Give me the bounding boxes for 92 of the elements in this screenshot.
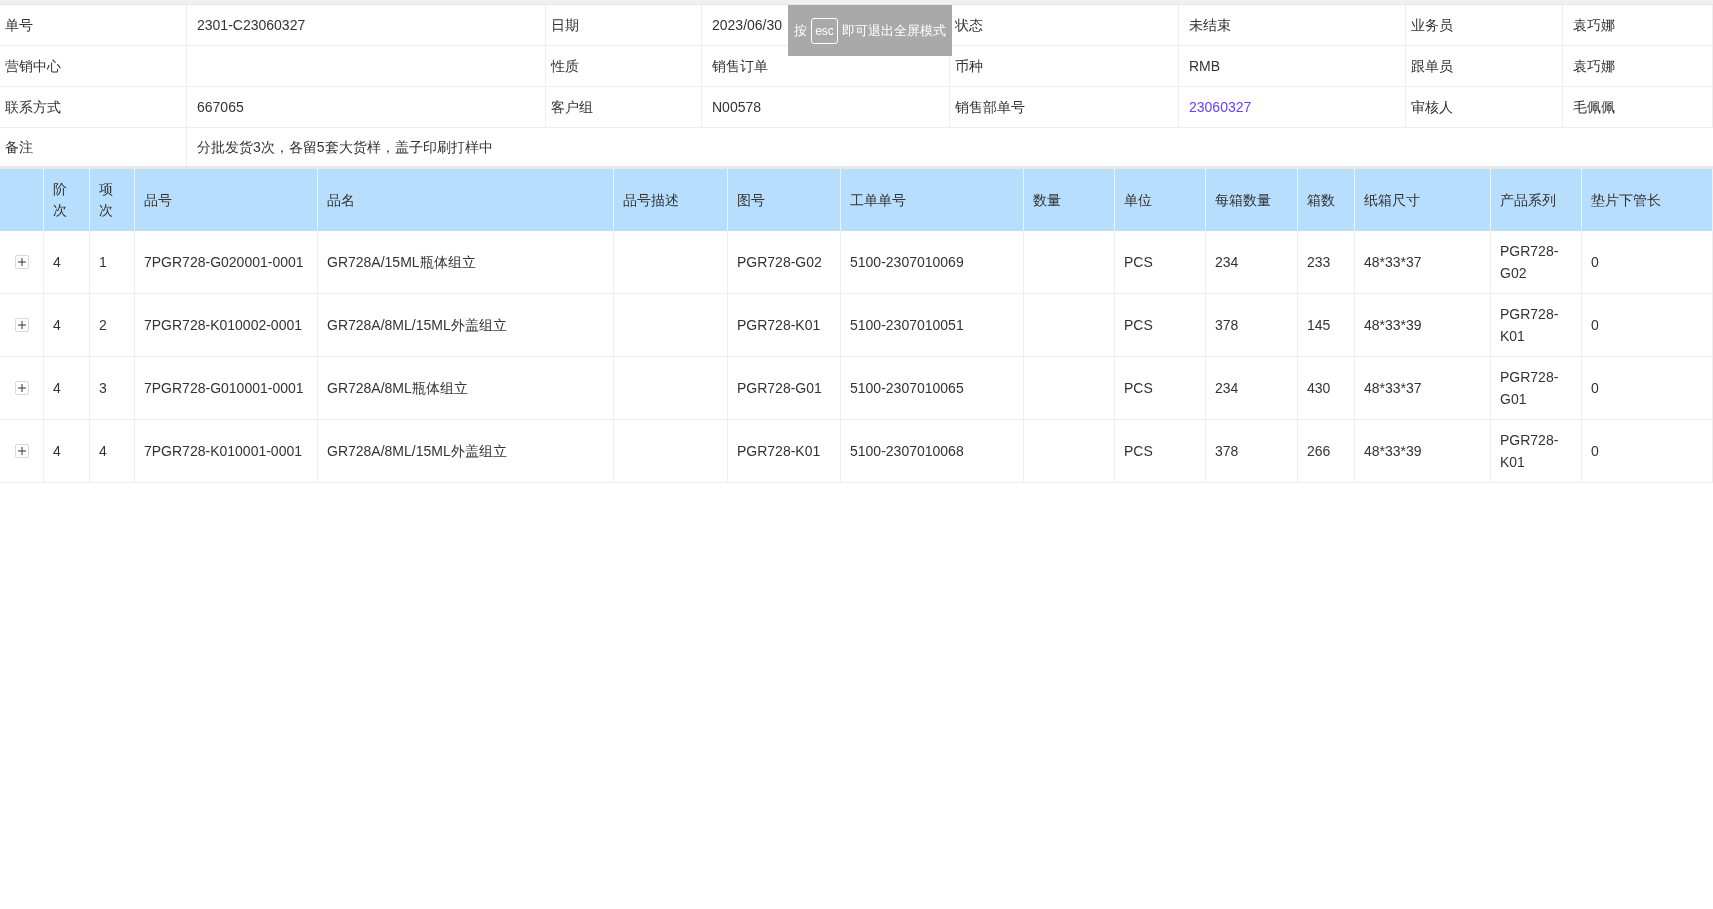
table-cell-text: PCS — [1124, 253, 1153, 272]
column-header: 项次 — [99, 180, 113, 220]
table-cell-text: PGR728-G01 — [1500, 368, 1560, 409]
table-cell-text: 48*33*39 — [1364, 316, 1422, 335]
table-cell-text: 7PGR728-K010001-0001 — [144, 442, 302, 461]
table-cell-text: 378 — [1215, 442, 1239, 461]
table-cell-text: 0 — [1591, 442, 1599, 461]
column-header: 品号描述 — [623, 190, 679, 210]
table-cell-text: PGR728-K01 — [737, 442, 821, 461]
order-link[interactable]: 23060327 — [1189, 96, 1252, 118]
column-header: 品名 — [327, 190, 355, 210]
column-header: 产品系列 — [1500, 190, 1556, 210]
expand-button[interactable] — [14, 255, 29, 269]
table-cell-text: 430 — [1307, 379, 1331, 398]
field-value: 毛佩佩 — [1573, 97, 1615, 117]
column-header: 数量 — [1033, 190, 1061, 210]
column-header: 品号 — [144, 190, 172, 210]
column-header: 箱数 — [1307, 190, 1335, 210]
field-label: 跟单员 — [1406, 46, 1563, 86]
field-value: RMB — [1189, 56, 1221, 76]
table-cell-text: PCS — [1124, 316, 1153, 335]
table-cell-text: PGR728-K01 — [737, 316, 821, 335]
expand-button[interactable] — [14, 444, 29, 458]
table-cell-text: 1 — [99, 253, 107, 272]
field-value: 667065 — [197, 97, 244, 117]
field-label: 审核人 — [1406, 87, 1563, 127]
table-cell-text: 48*33*37 — [1364, 379, 1422, 398]
table-cell-text: 0 — [1591, 379, 1599, 398]
column-header: 垫片下管长 — [1591, 190, 1661, 210]
table-cell-text: GR728A/8ML/15ML外盖组立 — [327, 442, 507, 461]
table-cell-text: 4 — [53, 379, 61, 398]
table-cell-text: 0 — [1591, 253, 1599, 272]
expand-button[interactable] — [14, 381, 29, 395]
column-header: 工单单号 — [850, 190, 906, 210]
table-cell-text: 48*33*39 — [1364, 442, 1422, 461]
esc-key: esc — [811, 17, 838, 44]
field-label: 性质 — [546, 46, 702, 86]
table-cell-text: 0 — [1591, 316, 1599, 335]
table-cell-text: PCS — [1124, 442, 1153, 461]
table-cell-text: 378 — [1215, 316, 1239, 335]
table-cell-text: 5100-2307010069 — [850, 253, 964, 272]
field-label: 备注 — [0, 128, 187, 166]
table-cell-text: 4 — [99, 442, 107, 461]
column-header: 单位 — [1124, 190, 1152, 210]
table-cell-text: 5100-2307010051 — [850, 316, 964, 335]
table-cell-text: 4 — [53, 316, 61, 335]
column-header: 每箱数量 — [1215, 190, 1271, 210]
column-header: 阶次 — [53, 180, 67, 220]
column-header: 纸箱尺寸 — [1364, 190, 1420, 210]
table-cell-text: 5100-2307010065 — [850, 379, 964, 398]
field-label: 单号 — [0, 5, 187, 45]
table-cell-text: 234 — [1215, 253, 1239, 272]
table-cell-text: PGR728-G02 — [1500, 242, 1560, 283]
table-cell-text: 4 — [53, 442, 61, 461]
field-label: 联系方式 — [0, 87, 187, 127]
field-label: 营销中心 — [0, 46, 187, 86]
field-value: 销售订单 — [712, 56, 768, 76]
field-label: 业务员 — [1406, 5, 1563, 45]
table-cell-text: 266 — [1307, 442, 1331, 461]
table-cell-text: 4 — [53, 253, 61, 272]
table-cell-text: PCS — [1124, 379, 1153, 398]
toast-text: 按 — [794, 21, 808, 40]
table-cell-text: 7PGR728-K010002-0001 — [144, 316, 302, 335]
table-cell-text: PGR728-G02 — [737, 253, 822, 272]
field-value: 未结束 — [1189, 15, 1231, 35]
field-value: 2301-C23060327 — [197, 15, 306, 35]
expand-button[interactable] — [14, 318, 29, 332]
table-cell-text: 234 — [1215, 379, 1239, 398]
table-cell-text: GR728A/8ML瓶体组立 — [327, 379, 468, 398]
table-cell-text: 3 — [99, 379, 107, 398]
field-value: N00578 — [712, 97, 762, 117]
table-cell-text: 2 — [99, 316, 107, 335]
table-cell-text: 48*33*37 — [1364, 253, 1422, 272]
field-label: 销售部单号 — [950, 87, 1179, 127]
table-cell-text: PGR728-K01 — [1500, 431, 1560, 472]
table-cell-text: PGR728-G01 — [737, 379, 822, 398]
field-value: 2023/06/30 — [712, 15, 783, 35]
field-value: 分批发货3次，各留5套大货样，盖子印刷打样中 — [197, 137, 493, 157]
table-cell-text: 145 — [1307, 316, 1331, 335]
table-cell-text: GR728A/15ML瓶体组立 — [327, 253, 476, 272]
table-cell-text: PGR728-K01 — [1500, 305, 1560, 346]
column-header: 图号 — [737, 190, 765, 210]
table-cell-text: 7PGR728-G020001-0001 — [144, 253, 304, 272]
field-value: 袁巧娜 — [1573, 56, 1615, 76]
table-cell-text: 233 — [1307, 253, 1331, 272]
field-label: 客户组 — [546, 87, 702, 127]
toast-text: 即可退出全屏模式 — [841, 21, 946, 40]
table-cell-text: 7PGR728-G010001-0001 — [144, 379, 304, 398]
field-value: 袁巧娜 — [1573, 15, 1615, 35]
field-label: 日期 — [546, 5, 702, 45]
table-cell-text: 5100-2307010068 — [850, 442, 964, 461]
table-cell-text: GR728A/8ML/15ML外盖组立 — [327, 316, 507, 335]
